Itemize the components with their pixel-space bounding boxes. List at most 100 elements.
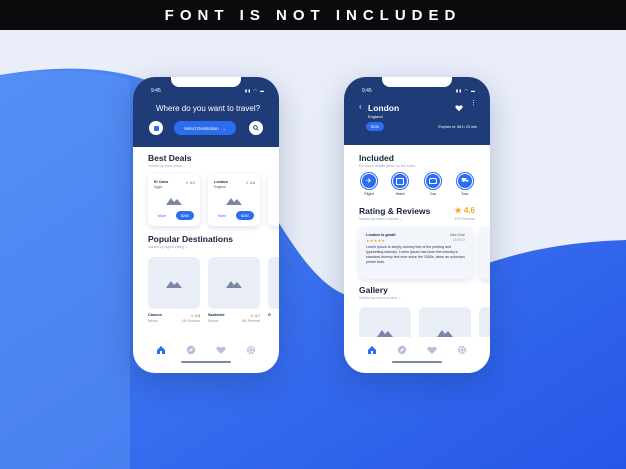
review-date: 12/08/19 (452, 238, 465, 242)
country-subtitle: England (368, 114, 383, 119)
destination-city-partial: G (268, 313, 271, 317)
banner-text: FONT IS NOT INCLUDED (164, 6, 462, 24)
hotel-icon (393, 174, 407, 188)
select-destination-dropdown[interactable]: Select Destination ⌄ (174, 121, 236, 135)
phone-home-screen: 9:45 ▮▮ ◠ ▬ Where do you want to travel?… (133, 77, 279, 373)
phone-detail-screen: 9:45 ▮▮ ◠ ▬ ‹ London England ⋮ $330 Expi… (344, 77, 490, 373)
included-flight[interactable]: ✈ Flight (359, 172, 379, 196)
popular-title: Popular Destinations (148, 234, 234, 244)
destination-reviews: 436 Reviews (181, 319, 200, 323)
image-placeholder-icon (166, 281, 182, 288)
star-icon: ★ (190, 314, 194, 318)
popular-subtitle: Sorted by higher rating ⌄ (148, 245, 189, 249)
review-body: Lorem Ipsum is simply dummy text of the … (366, 245, 465, 264)
image-placeholder-icon (226, 198, 242, 205)
notch (171, 77, 241, 87)
star-icon: ★ (245, 181, 249, 185)
destination-image-cancun[interactable] (148, 257, 200, 309)
deal-rating: ★ 4.2 (185, 181, 195, 185)
destination-country: Greece (208, 319, 219, 323)
home-indicator (392, 361, 442, 363)
status-icons: ▮▮ ◠ ▬ (455, 88, 476, 93)
image-placeholder-icon (437, 330, 453, 337)
expires-text: Expires in: 58 h 23 min (438, 125, 477, 129)
heart-icon[interactable] (427, 345, 437, 355)
included-label: Car (429, 192, 437, 196)
review-card[interactable]: London is great! John Doe ★★★★★ 12/08/19… (359, 227, 473, 279)
tour-icon: ⛟ (458, 174, 472, 188)
price-badge[interactable]: $330 (366, 122, 384, 131)
best-deals-subtitle: Sorted by lower price ⌄ (148, 164, 186, 168)
compass-icon[interactable] (397, 345, 407, 355)
status-time: 9:45 (362, 88, 372, 94)
deal-card-partial[interactable] (268, 174, 279, 226)
calendar-icon (153, 125, 159, 131)
destination-country: Mexico (148, 319, 159, 323)
back-arrow-icon[interactable]: ‹ (359, 102, 362, 111)
review-card-partial[interactable] (479, 227, 490, 279)
deal-country: England (214, 185, 226, 189)
included-car[interactable]: Car (423, 172, 443, 196)
destination-image-partial[interactable] (268, 257, 279, 309)
deal-card-london[interactable]: London England ★ 4.6 More $260 (208, 174, 260, 226)
price-button[interactable]: $260 (176, 211, 194, 220)
calendar-button[interactable] (149, 121, 163, 135)
destination-rating: ★ 4.5 (190, 314, 200, 318)
notch (382, 77, 452, 87)
gallery-subtitle: Sorted by recent photos ⌄ (359, 296, 402, 300)
home-header: 9:45 ▮▮ ◠ ▬ Where do you want to travel?… (133, 77, 279, 147)
home-icon[interactable] (367, 345, 377, 355)
city-title: London (368, 103, 400, 113)
background-waves (0, 30, 626, 469)
more-button[interactable]: More (213, 212, 231, 220)
more-options-icon[interactable]: ⋮ (470, 100, 477, 107)
status-time: 9:45 (151, 88, 161, 94)
detail-header: 9:45 ▮▮ ◠ ▬ ‹ London England ⋮ $330 Expi… (344, 77, 490, 145)
rating-subtitle: Sorted by recent reviews ⌄ (359, 217, 403, 221)
star-icon: ★ (185, 181, 189, 185)
star-icon: ★ (454, 206, 462, 215)
deal-city: London (214, 180, 228, 184)
deal-card-cairo[interactable]: El Cairo Egypt ★ 4.2 More $260 (148, 174, 200, 226)
included-title: Included (359, 153, 394, 163)
heart-icon[interactable] (216, 345, 226, 355)
gear-icon[interactable] (457, 345, 467, 355)
price-button[interactable]: $260 (236, 211, 254, 220)
included-label: Hotel (395, 192, 405, 196)
deal-country: Egypt (154, 185, 163, 189)
chevron-down-icon: ⌄ (222, 125, 226, 131)
rating-review-count: 429 Reviews (454, 217, 475, 221)
review-author: John Doe (449, 233, 465, 237)
car-icon (426, 174, 440, 188)
destination-reviews: 463 Reviews (241, 319, 260, 323)
tab-bar (344, 337, 490, 373)
home-indicator (181, 361, 231, 363)
home-icon[interactable] (156, 345, 166, 355)
compass-icon[interactable] (186, 345, 196, 355)
included-hotel[interactable]: Hotel (390, 172, 410, 196)
heart-icon[interactable] (455, 104, 463, 112)
included-tour[interactable]: ⛟ Tour (455, 172, 475, 196)
destination-image-santorini[interactable] (208, 257, 260, 309)
rating-score: ★ 4.6 (454, 206, 475, 215)
gear-icon[interactable] (246, 345, 256, 355)
review-stars: ★★★★★ (366, 238, 386, 243)
gallery-title: Gallery (359, 285, 388, 295)
banner: FONT IS NOT INCLUDED (0, 0, 626, 30)
search-icon (253, 125, 259, 131)
image-placeholder-icon (377, 330, 393, 337)
deal-rating: ★ 4.6 (245, 181, 255, 185)
more-button[interactable]: More (153, 212, 171, 220)
image-placeholder-icon (166, 198, 182, 205)
image-placeholder-icon (226, 281, 242, 288)
status-icons: ▮▮ ◠ ▬ (244, 88, 265, 93)
star-icon: ★ (250, 314, 254, 318)
search-button[interactable] (249, 121, 263, 135)
deal-city: El Cairo (154, 180, 169, 184)
included-subtitle: For more details press on the icons (359, 164, 416, 168)
select-destination-label: Select Destination (184, 125, 219, 131)
tab-bar (133, 337, 279, 373)
rating-title: Rating & Reviews (359, 206, 431, 216)
included-label: Flight (364, 192, 374, 196)
included-label: Tour (461, 192, 469, 196)
